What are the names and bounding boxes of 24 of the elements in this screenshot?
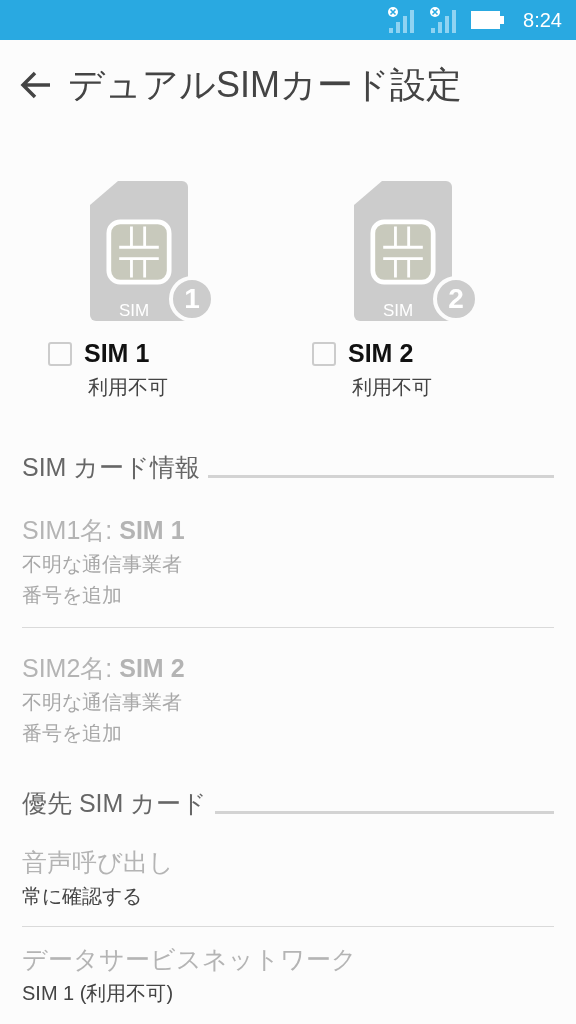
chip-icon <box>104 219 174 285</box>
setting-value: SIM 1 (利用不可) <box>22 981 175 1006</box>
battery-icon <box>471 10 506 30</box>
checkbox[interactable] <box>48 341 72 366</box>
setting-title: 音声呼び出し <box>22 847 175 878</box>
back-arrow-icon[interactable] <box>20 71 52 99</box>
add-number-text: 番号を追加 <box>22 583 123 608</box>
section-heading: SIM カード情報 <box>22 452 201 483</box>
setting-title: データサービスネットワーク <box>22 944 358 975</box>
carrier-text: 不明な通信事業者 <box>22 690 183 715</box>
sim-name-setting: SIM1名: SIM 1 <box>22 515 186 546</box>
setting-value: 常に確認する <box>22 884 143 909</box>
sim-name-setting: SIM2名: SIM 2 <box>22 653 186 684</box>
carrier-text: 不明な通信事業者 <box>22 552 183 577</box>
page-title: デュアルSIMカード設定 <box>68 62 462 107</box>
checkbox[interactable] <box>312 341 336 366</box>
add-number-text: 番号を追加 <box>22 721 123 746</box>
sim-name: SIM 2 <box>348 339 414 368</box>
sim-status: 利用不可 <box>88 375 169 400</box>
sim-name: SIM 1 <box>84 339 150 368</box>
chip-icon <box>368 219 438 285</box>
clock-time: 8:24 <box>523 8 562 32</box>
section-heading: 優先 SIM カード <box>22 788 208 819</box>
sim-status: 利用不可 <box>352 375 433 400</box>
